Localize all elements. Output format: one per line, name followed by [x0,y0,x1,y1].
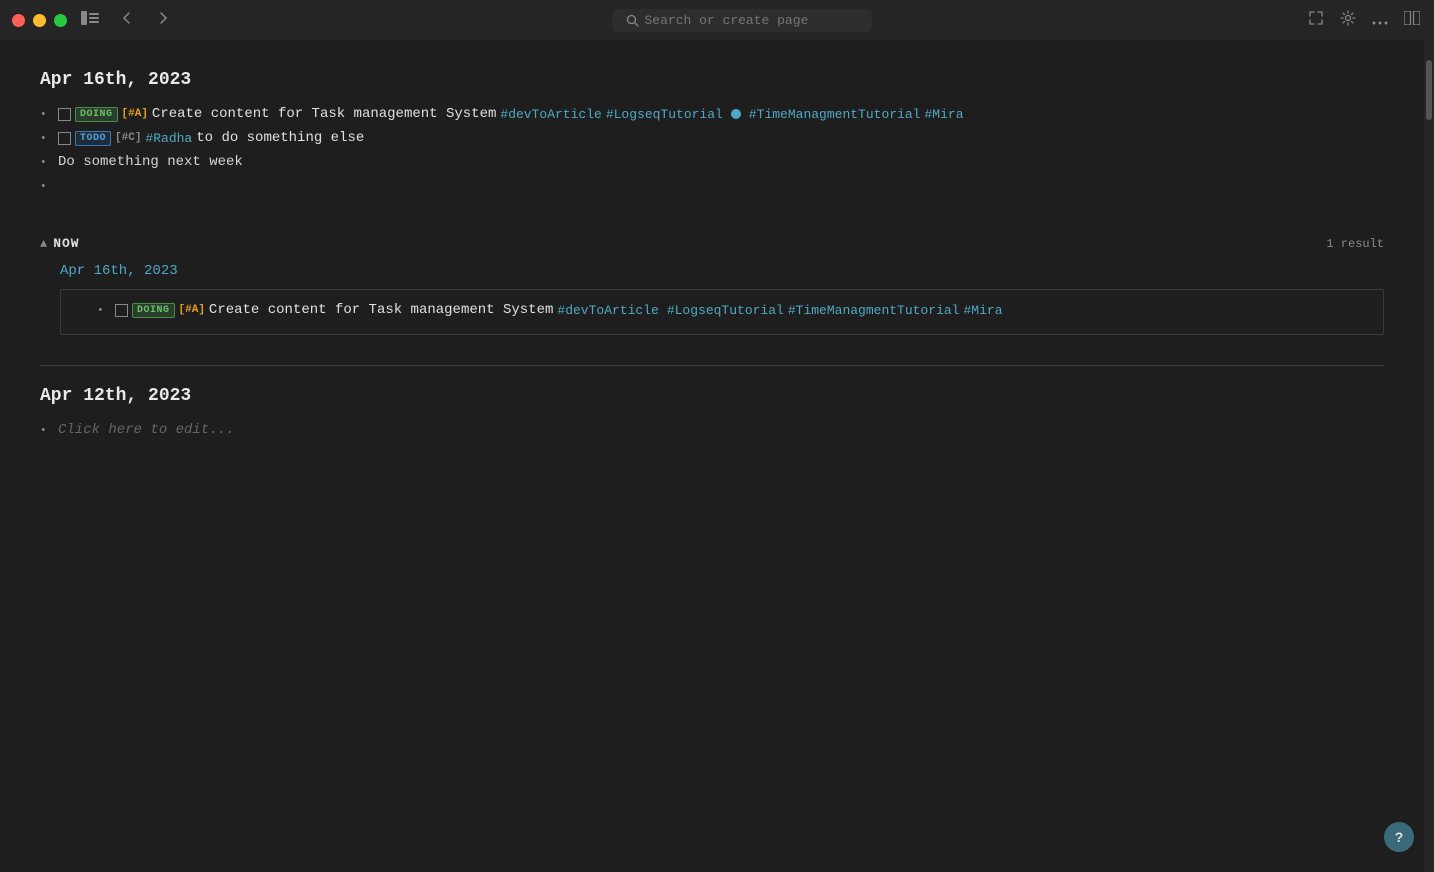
click-to-edit[interactable]: Click here to edit... [58,422,234,438]
date-header-apr12: Apr 12th, 2023 [40,386,1384,406]
now-header: ▲ NOW 1 result [40,236,1384,251]
checkbox-now[interactable] [115,304,128,317]
entry-content-1: DOING [#A] Create content for Task manag… [58,106,1384,122]
task-text-1: Create content for Task management Syste… [152,106,496,122]
priority-c: [#C] [115,132,141,144]
now-border-box: • DOING [#A] Create content for Task man… [60,289,1384,335]
titlebar-left [12,6,177,35]
traffic-light-green[interactable] [54,14,67,27]
sidebar-toggle-button[interactable] [75,7,105,34]
tag-radha[interactable]: #Radha [145,131,192,146]
cursor-dot [731,109,741,119]
journal-section-apr16: Apr 16th, 2023 • DOING [#A] Create conte… [40,70,1384,196]
tag-timemanagment[interactable]: #TimeManagmentTutorial [749,107,921,122]
now-tag-mira[interactable]: #Mira [963,303,1002,318]
section-divider [40,365,1384,366]
more-button[interactable] [1370,10,1390,31]
sidebar-icon [81,11,99,25]
checkbox-1[interactable] [58,108,71,121]
more-icon [1372,21,1388,25]
now-result-count: 1 result [1326,237,1384,251]
settings-icon [1340,10,1356,26]
now-sub-section: Apr 16th, 2023 • DOING [#A] Create conte… [60,263,1384,335]
bullet-icon: • [40,109,52,121]
now-label-wrapper: ▲ NOW [40,236,80,251]
plain-text-3: Do something next week [58,154,243,170]
list-item: • TODO [#C] #Radha to do something else [40,130,1384,146]
settings-button[interactable] [1338,8,1358,32]
entry-list-apr16: • DOING [#A] Create content for Task man… [40,106,1384,196]
tag-logseq[interactable]: #LogseqTutorial [606,107,723,122]
now-tag-devToArticle[interactable]: #devToArticle [557,303,658,318]
titlebar [0,0,1434,40]
help-icon: ? [1395,829,1404,845]
now-priority-a: [#A] [179,304,205,316]
now-tag-timemanagment[interactable]: #TimeManagmentTutorial [788,303,960,318]
date-header-apr16: Apr 16th, 2023 [40,70,1384,90]
entry-content-2: TODO [#C] #Radha to do something else [58,130,1384,146]
titlebar-right [1306,8,1422,32]
fullscreen-icon [1308,10,1324,26]
traffic-light-yellow[interactable] [33,14,46,27]
main: Apr 16th, 2023 • DOING [#A] Create conte… [0,40,1434,872]
bullet-icon: • [97,305,109,317]
now-section: ▲ NOW 1 result Apr 16th, 2023 • DOING [#… [40,236,1384,335]
tag-mira-1[interactable]: #Mira [924,107,963,122]
scrollbar-track[interactable] [1424,40,1434,872]
task-text-2: to do something else [196,130,364,146]
todo-badge: TODO [75,131,111,146]
list-item-empty: • [40,178,1384,196]
now-doing-badge: DOING [132,303,175,318]
list-item: • Click here to edit... [40,422,1384,438]
now-collapse-arrow[interactable]: ▲ [40,237,47,251]
list-item: • Do something next week [40,154,1384,170]
entry-content-3: Do something next week [58,154,1384,170]
content-area: Apr 16th, 2023 • DOING [#A] Create conte… [0,40,1424,872]
split-icon [1404,11,1420,25]
bullet-icon: • [40,425,52,437]
traffic-light-red[interactable] [12,14,25,27]
back-button[interactable] [113,6,141,35]
journal-section-apr12: Apr 12th, 2023 • Click here to edit... [40,386,1384,438]
doing-badge: DOING [75,107,118,122]
back-icon [119,10,135,26]
now-entry-content: DOING [#A] Create content for Task manag… [115,302,1003,318]
bullet-icon: • [40,157,52,169]
forward-icon [155,10,171,26]
now-entry: • DOING [#A] Create content for Task man… [97,302,1367,318]
search-input[interactable] [645,13,845,28]
fullscreen-button[interactable] [1306,8,1326,32]
entry-content-apr12[interactable]: Click here to edit... [58,422,1384,438]
scrollbar-thumb[interactable] [1426,60,1432,120]
forward-button[interactable] [149,6,177,35]
now-label: NOW [53,236,79,251]
help-button[interactable]: ? [1384,822,1414,852]
tag-devToArticle[interactable]: #devToArticle [500,107,601,122]
search-icon [626,14,639,27]
now-date-link[interactable]: Apr 16th, 2023 [60,263,1384,279]
bullet-icon: • [40,133,52,145]
now-tag-logseq[interactable]: #LogseqTutorial [667,303,784,318]
checkbox-2[interactable] [58,132,71,145]
entry-list-apr12: • Click here to edit... [40,422,1384,438]
list-item: • DOING [#A] Create content for Task man… [40,106,1384,122]
priority-a: [#A] [122,108,148,120]
search-bar[interactable] [612,9,872,32]
split-view-button[interactable] [1402,9,1422,31]
bullet-icon: • [40,181,52,193]
now-task-text: Create content for Task management Syste… [209,302,553,318]
